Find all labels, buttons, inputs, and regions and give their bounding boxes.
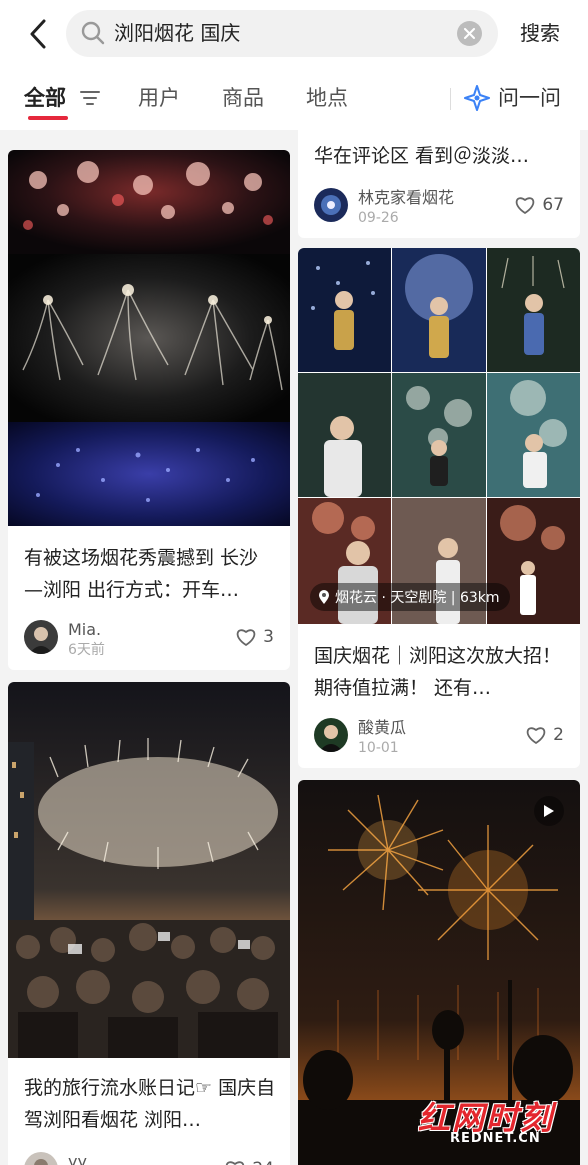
video-play-indicator [534, 796, 564, 826]
author-name[interactable]: Mia. [68, 620, 101, 640]
filter-icon[interactable] [80, 90, 100, 106]
back-button[interactable] [20, 14, 56, 54]
rednet-watermark: 红网时刻 REDNET.CN [418, 1093, 568, 1153]
author-name[interactable]: yy [68, 1152, 87, 1165]
active-tab-indicator [28, 116, 68, 120]
like-button[interactable]: 2 [525, 725, 564, 745]
note-title: 有被这场烟花秀震撼到 长沙—浏阳 出行方式：开车… [24, 547, 259, 601]
tab-all[interactable]: 全部 [24, 78, 66, 118]
location-pin-icon [319, 590, 329, 604]
search-field[interactable]: 浏阳烟花 国庆 [66, 10, 498, 57]
result-tabs: 全部 用户 商品 地点 问一问 [0, 78, 588, 122]
ask-sparkle-icon[interactable] [464, 85, 490, 111]
avatar[interactable] [314, 718, 348, 752]
heart-icon [527, 727, 546, 744]
author-name[interactable]: 林克家看烟花 [358, 188, 454, 208]
search-icon [81, 21, 105, 45]
chevron-left-icon [30, 19, 46, 49]
heart-icon [237, 629, 256, 646]
avatar[interactable] [24, 620, 58, 654]
like-button[interactable]: 24 [224, 1159, 274, 1165]
search-button[interactable]: 搜索 [520, 16, 560, 50]
post-date: 6天前 [68, 642, 105, 658]
location-text: 烟花云 · 天空剧院 | 63km [335, 590, 500, 606]
note-card[interactable]: 烟花云 · 天空剧院 | 63km 国庆烟花｜浏阳这次放大招！期待值拉满！ 还有… [298, 248, 580, 768]
search-input[interactable]: 浏阳烟花 国庆 [114, 10, 240, 57]
author-name[interactable]: 酸黄瓜 [358, 718, 406, 738]
tab-products[interactable]: 商品 [222, 78, 264, 118]
like-count: 24 [252, 1159, 274, 1165]
heart-icon [516, 197, 535, 214]
watermark-url: REDNET.CN [450, 1131, 541, 1146]
fireworks-image [8, 150, 290, 526]
search-results-page: 浏阳烟花 国庆 搜索 全部 用户 商品 地点 问一问 有被这场烟花秀震撼到 长沙… [0, 0, 588, 1165]
tab-users[interactable]: 用户 [138, 78, 180, 118]
top-bar: 浏阳烟花 国庆 搜索 全部 用户 商品 地点 问一问 [0, 0, 588, 130]
note-card[interactable]: 有被这场烟花秀震撼到 长沙—浏阳 出行方式：开车… Mia. 6天前 3 [8, 150, 290, 670]
fireworks-crowd-image [8, 682, 290, 1058]
tab-places[interactable]: 地点 [306, 78, 348, 118]
location-tag[interactable]: 烟花云 · 天空剧院 | 63km [310, 583, 510, 611]
like-count: 67 [542, 195, 564, 215]
photo-grid-image [298, 248, 580, 624]
post-date: 10-01 [358, 740, 399, 756]
divider [450, 88, 451, 110]
like-button[interactable]: 67 [514, 195, 564, 215]
heart-icon [226, 1161, 245, 1165]
post-date: 09-26 [358, 210, 399, 226]
like-count: 2 [553, 725, 564, 745]
clear-search-button[interactable] [457, 21, 482, 46]
note-title: 华在评论区 看到＠淡淡… [314, 145, 530, 167]
like-button[interactable]: 3 [235, 627, 274, 647]
close-icon [464, 28, 475, 39]
ask-button[interactable]: 问一问 [498, 78, 561, 118]
play-icon [544, 805, 554, 817]
note-card[interactable]: 我的旅行流水账日记☞ 国庆自驾浏阳看烟花 浏阳… yy 24 [8, 682, 290, 1165]
avatar[interactable] [314, 188, 348, 222]
note-title: 我的旅行流水账日记☞ 国庆自驾浏阳看烟花 浏阳… [24, 1077, 276, 1131]
avatar[interactable] [24, 1152, 58, 1165]
note-title: 国庆烟花｜浏阳这次放大招！期待值拉满！ 还有… [314, 645, 562, 699]
like-count: 3 [263, 627, 274, 647]
